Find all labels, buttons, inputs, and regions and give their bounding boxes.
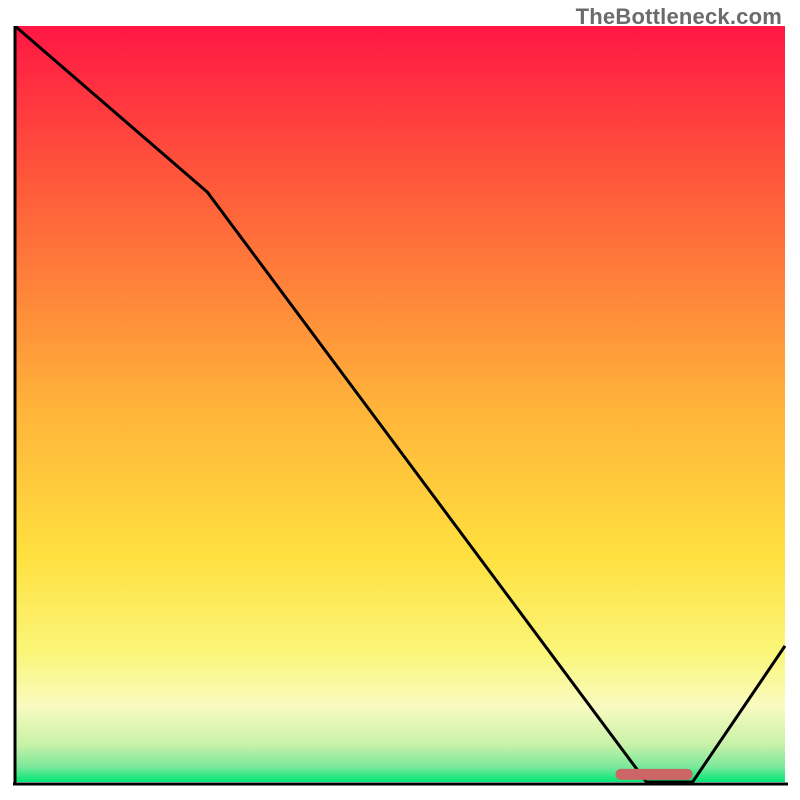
chart-root: TheBottleneck.com	[0, 0, 800, 800]
plot-area	[12, 26, 788, 788]
plot-svg	[12, 26, 788, 788]
gradient-background	[15, 26, 785, 782]
optimal-range-marker	[616, 769, 693, 780]
